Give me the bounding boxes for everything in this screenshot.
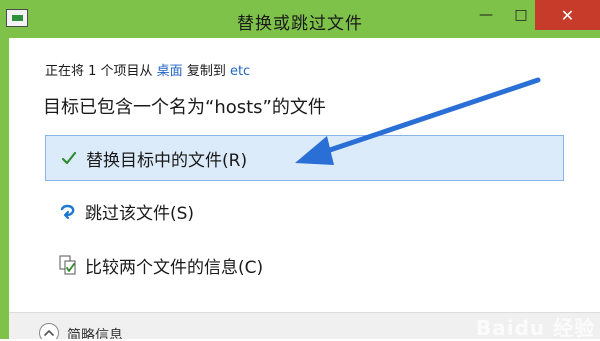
compare-option-label: 比较两个文件的信息(C) (85, 257, 264, 278)
status-middle: 复制到 (182, 64, 230, 79)
conflict-message: 目标已包含一个名为“hosts”的文件 (43, 97, 326, 118)
chevron-up-icon[interactable] (39, 323, 59, 339)
replace-file-option[interactable]: 替换目标中的文件(R) (45, 135, 564, 181)
title-bar[interactable]: 替换或跳过文件 — □ ✕ (0, 0, 600, 38)
close-button[interactable]: ✕ (535, 0, 600, 30)
compare-files-icon (59, 255, 77, 275)
source-link[interactable]: 桌面 (157, 64, 183, 79)
skip-file-option[interactable]: 跳过该文件(S) (45, 188, 564, 234)
status-prefix: 正在将 1 个项目从 (45, 64, 157, 79)
minimize-button[interactable]: — (470, 0, 502, 30)
copy-status: 正在将 1 个项目从 桌面 复制到 etc (45, 60, 250, 79)
details-toggle-label[interactable]: 简略信息 (67, 325, 123, 339)
destination-link[interactable]: etc (230, 64, 250, 79)
maximize-button[interactable]: □ (505, 0, 537, 30)
check-icon (60, 149, 78, 167)
compare-files-option[interactable]: 比较两个文件的信息(C) (45, 242, 564, 288)
skip-option-label: 跳过该文件(S) (85, 203, 195, 224)
replace-option-label: 替换目标中的文件(R) (86, 150, 248, 171)
app-icon (6, 9, 28, 27)
skip-arrow-icon (59, 202, 77, 220)
dialog-content: 正在将 1 个项目从 桌面 复制到 etc 目标已包含一个名为“hosts”的文… (9, 38, 600, 339)
watermark: Baidu 经验 (476, 316, 596, 340)
window-title: 替换或跳过文件 (237, 14, 363, 34)
